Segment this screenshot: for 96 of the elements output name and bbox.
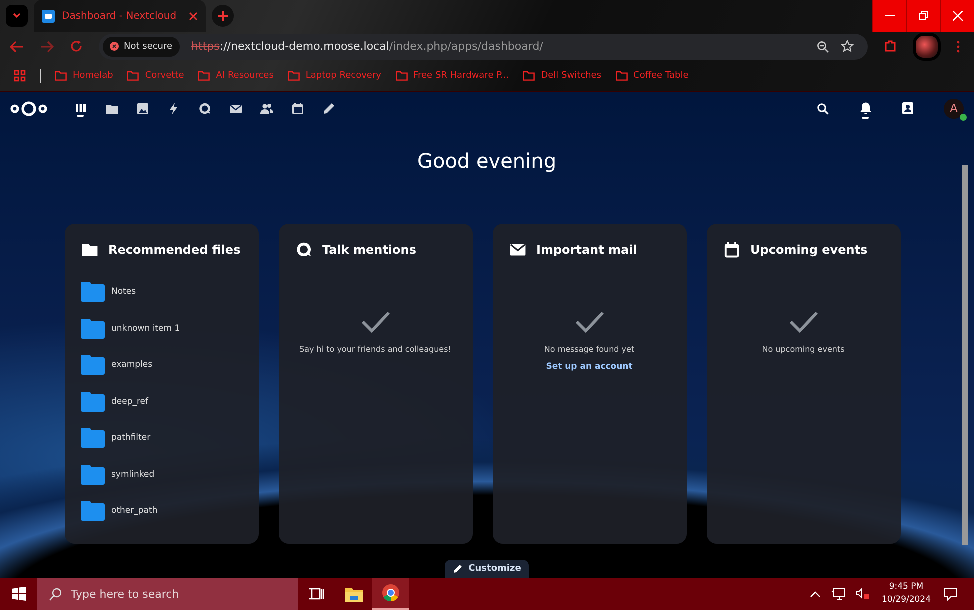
talk-icon — [294, 241, 312, 259]
checkmark-icon — [360, 311, 390, 333]
file-item[interactable]: symlinked — [80, 456, 242, 493]
image-icon — [136, 102, 150, 116]
bookmark-folder[interactable]: Homelab — [55, 71, 114, 82]
empty-message: No upcoming events — [762, 345, 845, 354]
plus-icon — [218, 11, 228, 21]
folder-icon — [616, 71, 628, 82]
reload-icon[interactable] — [70, 40, 83, 54]
checkmark-icon — [788, 311, 818, 333]
scrollbar[interactable] — [962, 165, 968, 545]
clock-date[interactable]: 10/29/2024 — [882, 594, 931, 607]
file-item[interactable]: deep_ref — [80, 384, 242, 420]
warning-icon — [110, 42, 119, 52]
tab-search-button[interactable] — [6, 5, 28, 27]
close-window-button[interactable] — [940, 0, 974, 32]
setup-account-link[interactable]: Set up an account — [546, 362, 633, 372]
active-indicator — [77, 115, 84, 117]
pencil-icon — [452, 564, 463, 574]
bookmark-folder[interactable]: Coffee Table — [616, 71, 689, 82]
talk-icon — [198, 102, 212, 116]
close-icon — [952, 11, 962, 21]
speaker-muted-icon[interactable] — [856, 588, 869, 600]
contacts-icon[interactable] — [902, 102, 914, 115]
greeting-heading: Good evening — [417, 149, 557, 173]
windows-logo-icon — [12, 587, 26, 601]
widget-title: Upcoming events — [750, 243, 868, 257]
folder-icon — [80, 355, 104, 376]
folder-icon — [80, 241, 98, 259]
puzzle-icon[interactable] — [884, 40, 897, 54]
folder-icon — [80, 318, 104, 339]
apps-grid-icon[interactable] — [14, 70, 26, 82]
folder-icon — [127, 71, 140, 82]
chevron-up-icon[interactable] — [810, 590, 821, 598]
taskbar-search-field[interactable]: Type here to search — [37, 578, 298, 610]
security-chip[interactable]: Not secure — [103, 36, 180, 57]
file-item[interactable]: other_path — [80, 493, 242, 530]
folder-icon — [198, 71, 210, 82]
restore-button[interactable] — [906, 0, 940, 32]
file-item[interactable]: pathfilter — [80, 420, 242, 456]
browser-tab[interactable]: Dashboard - Nextcloud — [34, 0, 206, 32]
minimize-icon — [884, 15, 894, 17]
search-icon — [49, 588, 62, 601]
checkmark-icon — [574, 311, 604, 333]
zoom-icon[interactable] — [817, 40, 829, 53]
search-icon[interactable] — [817, 102, 829, 114]
customize-button[interactable]: Customize — [444, 560, 530, 578]
folder-icon — [80, 282, 104, 302]
user-avatar[interactable]: A — [944, 98, 964, 118]
browser-icon — [382, 584, 400, 602]
folder-icon — [523, 71, 536, 82]
avatar-initial: A — [950, 102, 958, 115]
clock-time[interactable]: 9:45 PM — [889, 581, 924, 594]
new-tab-button[interactable] — [212, 5, 234, 27]
nextcloud-logo-icon[interactable] — [10, 100, 48, 116]
close-icon[interactable] — [189, 12, 198, 20]
bookmark-folder[interactable]: Free SR Hardware P... — [396, 71, 510, 82]
url-text: https://nextcloud-demo.moose.local/index.php/apps/dashboard/ — [192, 40, 544, 54]
more-icon[interactable] — [957, 40, 960, 53]
empty-message: No message found yet — [544, 345, 635, 354]
empty-message: Say hi to your friends and colleagues! — [300, 345, 452, 354]
chevron-down-icon — [12, 11, 22, 21]
bookmark-folder[interactable]: Laptop Recovery — [288, 71, 382, 82]
mail-icon — [508, 241, 526, 259]
folder-icon — [55, 71, 67, 82]
folder-icon — [344, 586, 362, 602]
folder-icon — [80, 464, 104, 485]
widget-title: Recommended files — [108, 243, 241, 257]
browser-taskbar-icon[interactable] — [372, 578, 409, 610]
back-icon[interactable] — [10, 40, 24, 53]
restore-icon — [918, 11, 928, 21]
file-item[interactable]: examples — [80, 347, 242, 384]
calendar-icon — [290, 102, 304, 116]
profile-avatar[interactable] — [913, 32, 941, 61]
tab-title: Dashboard - Nextcloud — [62, 10, 178, 22]
notification-center-icon[interactable] — [944, 588, 958, 600]
folder-icon — [288, 71, 300, 82]
folder-icon — [396, 71, 408, 82]
people-icon — [260, 102, 274, 116]
widget-title: Important mail — [536, 243, 638, 257]
active-indicator — [862, 117, 869, 119]
widget-title: Talk mentions — [322, 243, 416, 257]
file-item[interactable]: unknown item 1 — [80, 310, 242, 347]
folder-icon — [80, 392, 104, 412]
bookmark-folder[interactable]: Dell Switches — [523, 71, 602, 82]
pencil-icon — [322, 102, 336, 116]
nextcloud-favicon-icon — [42, 10, 55, 22]
calendar-icon — [722, 241, 740, 259]
folder-icon — [80, 428, 104, 448]
star-icon[interactable] — [841, 40, 854, 54]
network-icon[interactable] — [831, 588, 846, 600]
task-view-icon — [308, 587, 324, 601]
folder-icon — [80, 501, 104, 522]
bell-icon — [860, 102, 872, 115]
file-item[interactable]: Notes — [80, 274, 242, 310]
address-bar[interactable]: Not secure https://nextcloud-demo.moose.local/index.php/apps/dashboard/ — [99, 34, 868, 60]
